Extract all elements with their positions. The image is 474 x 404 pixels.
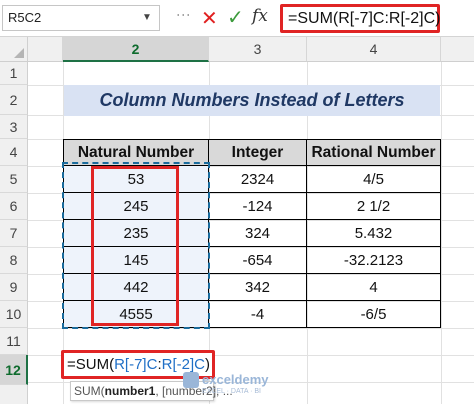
table-cell[interactable]: 342 [209, 274, 307, 301]
select-all-triangle-icon [14, 48, 24, 58]
row-header-9[interactable]: 9 [0, 274, 28, 301]
row-header-1[interactable]: 1 [0, 62, 28, 85]
watermark-tagline: EXCEL · DATA · BI [202, 388, 261, 395]
table-cell[interactable]: -654 [209, 247, 307, 274]
table-cell[interactable]: 2324 [209, 166, 307, 193]
table-cell[interactable]: -4 [209, 301, 307, 328]
sheet-title[interactable]: Column Numbers Instead of Letters [64, 85, 440, 116]
row-header-13[interactable] [0, 385, 28, 404]
table-header-integer[interactable]: Integer [209, 139, 307, 166]
column-header-4[interactable]: 4 [307, 37, 441, 62]
row-header-7[interactable]: 7 [0, 220, 28, 247]
table-cell[interactable]: -6/5 [307, 301, 441, 328]
name-box[interactable]: R5C2 [2, 5, 160, 31]
table-header-rational[interactable]: Rational Number [307, 139, 441, 166]
row-header-3[interactable]: 3 [0, 115, 28, 139]
table-cell[interactable]: 2 1/2 [307, 193, 441, 220]
chevron-down-icon[interactable]: ▼ [142, 12, 152, 23]
watermark-name: exceldemy [202, 372, 269, 387]
row-header-11[interactable]: 11 [0, 328, 28, 355]
formula-prefix: =SUM( [67, 356, 115, 373]
table-cell[interactable]: 324 [209, 220, 307, 247]
formula-suffix: ) [204, 356, 210, 373]
tooltip-func: SUM( [74, 384, 105, 398]
highlighted-range [91, 166, 179, 326]
row-header-6[interactable]: 6 [0, 193, 28, 220]
row-header-5[interactable]: 5 [0, 166, 28, 193]
table-cell[interactable]: 5.432 [307, 220, 441, 247]
row-header-2[interactable]: 2 [0, 85, 28, 115]
column-header-3[interactable]: 3 [209, 37, 307, 62]
grid-line [441, 62, 442, 404]
formula-ref-start: R[-7]C [114, 356, 158, 373]
table-cell[interactable]: 4/5 [307, 166, 441, 193]
column-header-5[interactable] [441, 37, 474, 62]
table-cell[interactable]: 4 [307, 274, 441, 301]
formula-input[interactable]: =SUM(R[-7]C:R[-2]C) [280, 4, 440, 33]
cancel-icon[interactable]: ✕ [201, 6, 218, 31]
row-header-12[interactable]: 12 [0, 355, 28, 385]
column-header-2[interactable]: 2 [63, 37, 209, 62]
exceldemy-logo-icon [183, 372, 199, 388]
row-header-10[interactable]: 10 [0, 301, 28, 328]
tooltip-arg1: number1 [104, 384, 156, 398]
column-header-1[interactable] [28, 37, 63, 62]
drag-handle-icon[interactable]: ⋮ [176, 8, 192, 22]
table-cell[interactable]: -124 [209, 193, 307, 220]
insert-function-icon[interactable]: fx [252, 6, 268, 26]
table-cell[interactable]: -32.2123 [307, 247, 441, 274]
formula-ref-end: R[-2]C [161, 356, 205, 373]
row-header-8[interactable]: 8 [0, 247, 28, 274]
enter-checkmark-icon[interactable]: ✓ [227, 5, 244, 30]
row-header-4[interactable]: 4 [0, 139, 28, 166]
